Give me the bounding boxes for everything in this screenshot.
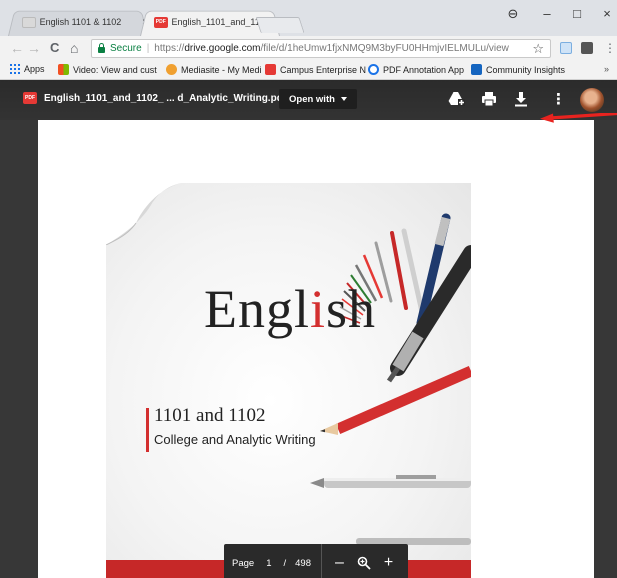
bookmark-community-insights[interactable]: Community Insights <box>471 64 565 75</box>
drive-pdf-viewer: PDF English_1101_and_1102_ ... d_Analyti… <box>0 80 617 578</box>
open-with-button[interactable]: Open with <box>279 89 357 109</box>
page-controls: Page 1 / 498 – + <box>224 544 408 578</box>
back-button[interactable]: ← <box>10 40 24 56</box>
add-to-drive-icon[interactable] <box>447 91 465 107</box>
total-pages: 498 <box>295 557 311 569</box>
pdf-page: English 1101 and 1102 College and Analyt… <box>38 120 594 578</box>
download-icon[interactable] <box>514 91 528 107</box>
more-vert-icon[interactable]: ⋮ <box>551 90 566 108</box>
secure-label: Secure <box>110 43 142 54</box>
book-cover: English 1101 and 1102 College and Analyt… <box>106 183 471 578</box>
home-button[interactable]: ⌂ <box>70 40 78 56</box>
viewer-header: PDF English_1101_and_1102_ ... d_Analyti… <box>0 80 617 120</box>
pdf-favicon-icon: PDF <box>154 16 168 28</box>
doc-favicon-icon <box>22 16 36 28</box>
bookmark-pdf-annotation[interactable]: PDF Annotation App <box>368 64 464 75</box>
course-numbers: 1101 and 1102 <box>154 405 266 426</box>
apps-grid-icon <box>10 64 20 74</box>
reload-button[interactable]: C <box>50 40 59 56</box>
address-bar[interactable]: Secure | https://drive.google.com/file/d… <box>91 39 551 58</box>
bookmark-star-icon[interactable]: ☆ <box>532 41 544 57</box>
chevron-down-icon <box>340 97 347 101</box>
browser-toolbar: ← → C ⌂ Secure | https://drive.google.co… <box>0 36 617 61</box>
zoom-in-button[interactable]: + <box>384 555 393 571</box>
course-subtitle: College and Analytic Writing <box>154 432 316 447</box>
file-title: English_1101_and_1102_ ... d_Analytic_Wr… <box>44 93 287 104</box>
user-avatar[interactable] <box>580 88 604 112</box>
campus-icon <box>265 64 276 75</box>
zoom-out-button[interactable]: – <box>335 555 344 571</box>
cover-title: English <box>204 279 377 339</box>
docs-extension-icon[interactable] <box>560 42 572 54</box>
maximize-button[interactable]: □ <box>567 6 587 21</box>
minimize-button[interactable]: – <box>537 6 557 21</box>
chrome-menu-icon[interactable]: ⋮ <box>604 40 616 56</box>
bookmark-apps[interactable]: Apps <box>10 64 45 74</box>
extension-icon[interactable] <box>581 42 593 54</box>
insights-icon <box>471 64 482 75</box>
tab-label: English_1101_and_1102_ <box>171 17 267 27</box>
close-window-button[interactable]: × <box>597 6 617 21</box>
new-tab-button[interactable] <box>255 17 305 33</box>
tab-english-1101[interactable]: English 1101 & 1102 × <box>8 8 148 36</box>
zoom-icon[interactable] <box>357 556 371 570</box>
more-bookmarks-icon[interactable]: » <box>604 64 609 74</box>
current-page-input[interactable]: 1 <box>266 558 271 569</box>
lock-icon <box>98 42 105 53</box>
forward-button[interactable]: → <box>27 40 41 56</box>
annotation-arrow <box>540 113 617 123</box>
bookmark-video[interactable]: Video: View and cust <box>58 64 157 75</box>
tab-label: English 1101 & 1102 <box>39 17 122 27</box>
microsoft-icon <box>58 64 69 75</box>
pens-illustration <box>310 213 471 545</box>
mediasite-icon <box>166 64 177 75</box>
accent-bar <box>146 408 149 452</box>
url-text: https://drive.google.com/file/d/1heUmw1f… <box>154 43 509 54</box>
pdf-file-icon: PDF <box>23 92 37 104</box>
bookmark-mediasite[interactable]: Mediasite - My Medi <box>166 64 262 75</box>
bookmarks-bar: Apps Video: View and cust Mediasite - My… <box>0 61 617 80</box>
page-label: Page <box>232 557 255 569</box>
profile-icon[interactable]: ⊖ <box>503 6 523 22</box>
annotation-icon <box>368 64 379 75</box>
bookmark-campus-enterprise[interactable]: Campus Enterprise N <box>265 64 366 75</box>
tab-strip: English 1101 & 1102 × PDF English_1101_a… <box>0 0 617 36</box>
print-icon[interactable] <box>481 91 497 107</box>
